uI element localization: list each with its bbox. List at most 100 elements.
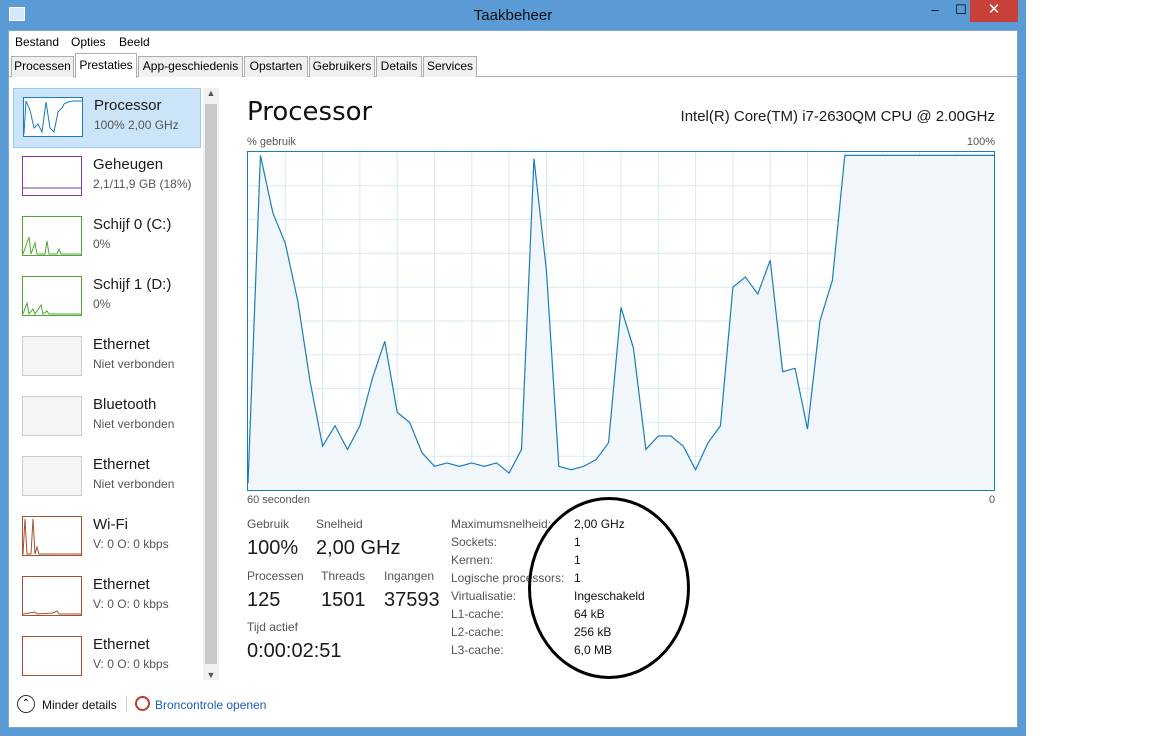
- detail-label: L3-cache:: [451, 643, 504, 657]
- chevron-up-icon[interactable]: ⌃: [17, 695, 35, 713]
- detail-label: Logische processors:: [451, 571, 565, 585]
- sidebar-item-processor[interactable]: Processor 100% 2,00 GHz: [13, 88, 201, 148]
- detail-value: 1: [574, 553, 581, 567]
- uptime-value: 0:00:02:51: [247, 640, 342, 662]
- threads-label: Threads: [321, 569, 366, 583]
- detail-label: L2-cache:: [451, 625, 504, 639]
- sidebar-label: Ethernet: [93, 576, 150, 593]
- detail-label: Kernen:: [451, 553, 494, 567]
- resource-monitor-link[interactable]: Broncontrole openen: [155, 698, 266, 712]
- sidebar-sublabel: Niet verbonden: [93, 477, 175, 491]
- bluetooth-thumbnail: [22, 396, 82, 436]
- sidebar-scrollbar[interactable]: ▲ ▼: [203, 88, 219, 680]
- detail-label: Virtualisatie:: [451, 589, 517, 603]
- disk-thumbnail: [22, 276, 82, 316]
- detail-value: Ingeschakeld: [574, 589, 645, 603]
- scroll-up-icon[interactable]: ▲: [203, 88, 219, 98]
- detail-value: 256 kB: [574, 625, 612, 639]
- sidebar-label: Wi-Fi: [93, 516, 128, 533]
- tab-gebruikers[interactable]: Gebruikers: [309, 56, 375, 77]
- minimize-button[interactable]: –: [922, 0, 948, 22]
- menu-bar: Bestand Opties Beeld: [9, 31, 1017, 53]
- sidebar-sublabel: V: 0 O: 0 kbps: [93, 537, 169, 551]
- speed-label: Snelheid: [316, 517, 363, 531]
- handles-value: 37593: [384, 589, 440, 611]
- ethernet-thumbnail: [22, 636, 82, 676]
- sidebar-sublabel: V: 0 O: 0 kbps: [93, 597, 169, 611]
- x-axis-right-label: 0: [989, 494, 996, 506]
- sidebar-item-schijf-0[interactable]: Schijf 0 (C:) 0%: [13, 208, 201, 268]
- tab-prestaties[interactable]: Prestaties: [75, 53, 137, 78]
- sidebar-sublabel: 2,1/11,9 GB (18%): [93, 177, 192, 191]
- page-title: Processor: [247, 97, 373, 127]
- processes-label: Processen: [247, 569, 304, 583]
- menu-beeld[interactable]: Beeld: [119, 35, 150, 49]
- detail-value: 1: [574, 571, 581, 585]
- processor-thumbnail: [23, 97, 83, 137]
- sidebar-label: Geheugen: [93, 156, 164, 173]
- footer-bar: ⌃ Minder details Broncontrole openen: [9, 691, 1017, 721]
- sidebar-sublabel: V: 0 O: 0 kbps: [93, 657, 169, 671]
- task-manager-window: Taakbeheer – ☐ ✕ Bestand Opties Beeld Pr…: [0, 0, 1026, 736]
- sidebar-item-ethernet-1[interactable]: Ethernet Niet verbonden: [13, 328, 201, 388]
- detail-value: 1: [574, 535, 581, 549]
- sidebar-label: Schijf 0 (C:): [93, 216, 172, 233]
- tab-processen[interactable]: Processen: [11, 56, 74, 77]
- client-area: Bestand Opties Beeld Processen Prestatie…: [8, 30, 1018, 728]
- sidebar-item-ethernet-4[interactable]: Ethernet V: 0 O: 0 kbps: [13, 628, 201, 688]
- uptime-label: Tijd actief: [247, 620, 298, 634]
- sidebar-item-geheugen[interactable]: Geheugen 2,1/11,9 GB (18%): [13, 148, 201, 208]
- menu-opties[interactable]: Opties: [71, 35, 106, 49]
- sidebar-sublabel: 0%: [93, 297, 111, 311]
- x-axis-left-label: 60 seconden: [247, 494, 310, 506]
- resource-monitor-icon: [135, 696, 150, 711]
- sidebar-sublabel: Niet verbonden: [93, 357, 175, 371]
- detail-label: L1-cache:: [451, 607, 504, 621]
- sidebar-sublabel: Niet verbonden: [93, 417, 175, 431]
- speed-value: 2,00 GHz: [316, 537, 401, 559]
- menu-bestand[interactable]: Bestand: [15, 35, 59, 49]
- detail-value: 6,0 MB: [574, 643, 613, 657]
- sidebar-label: Processor: [94, 97, 162, 114]
- sidebar-sublabel: 100% 2,00 GHz: [94, 118, 179, 132]
- threads-value: 1501: [321, 589, 366, 611]
- divider: [126, 696, 127, 712]
- detail-value: 64 kB: [574, 607, 605, 621]
- detail-label: Sockets:: [451, 535, 498, 549]
- sidebar-item-bluetooth[interactable]: Bluetooth Niet verbonden: [13, 388, 201, 448]
- scroll-thumb[interactable]: [205, 104, 217, 664]
- wifi-thumbnail: [22, 516, 82, 556]
- sidebar-label: Ethernet: [93, 336, 150, 353]
- sidebar-label: Ethernet: [93, 636, 150, 653]
- tab-details[interactable]: Details: [376, 56, 422, 77]
- scroll-down-icon[interactable]: ▼: [203, 670, 219, 680]
- title-bar[interactable]: Taakbeheer – ☐ ✕: [0, 0, 1026, 30]
- window-title: Taakbeheer: [473, 7, 553, 24]
- resource-list: Processor 100% 2,00 GHz Geheugen 2,1/11,…: [9, 78, 221, 680]
- close-button[interactable]: ✕: [970, 0, 1018, 22]
- sidebar-label: Schijf 1 (D:): [93, 276, 172, 293]
- sidebar-item-ethernet-2[interactable]: Ethernet Niet verbonden: [13, 448, 201, 508]
- sidebar-item-wifi[interactable]: Wi-Fi V: 0 O: 0 kbps: [13, 508, 201, 568]
- sidebar-label: Ethernet: [93, 456, 150, 473]
- ethernet-thumbnail: [22, 456, 82, 496]
- y-axis-label: % gebruik: [247, 136, 296, 148]
- sidebar-item-ethernet-3[interactable]: Ethernet V: 0 O: 0 kbps: [13, 568, 201, 628]
- less-details-link[interactable]: Minder details: [42, 698, 117, 712]
- memory-thumbnail: [22, 156, 82, 196]
- detail-value: 2,00 GHz: [574, 517, 625, 531]
- tab-strip: Processen Prestaties App-geschiedenis Op…: [9, 53, 1017, 78]
- ethernet-thumbnail: [22, 336, 82, 376]
- usage-label: Gebruik: [247, 517, 290, 531]
- detail-label: Maximumsnelheid:: [451, 517, 552, 531]
- ethernet-thumbnail: [22, 576, 82, 616]
- tab-services[interactable]: Services: [423, 56, 477, 77]
- tab-opstarten[interactable]: Opstarten: [244, 56, 308, 77]
- cpu-usage-graph: [247, 151, 995, 491]
- handles-label: Ingangen: [384, 569, 435, 583]
- sidebar-sublabel: 0%: [93, 237, 111, 251]
- sidebar-label: Bluetooth: [93, 396, 157, 413]
- tab-app-geschiedenis[interactable]: App-geschiedenis: [138, 56, 243, 77]
- processes-value: 125: [247, 589, 281, 611]
- sidebar-item-schijf-1[interactable]: Schijf 1 (D:) 0%: [13, 268, 201, 328]
